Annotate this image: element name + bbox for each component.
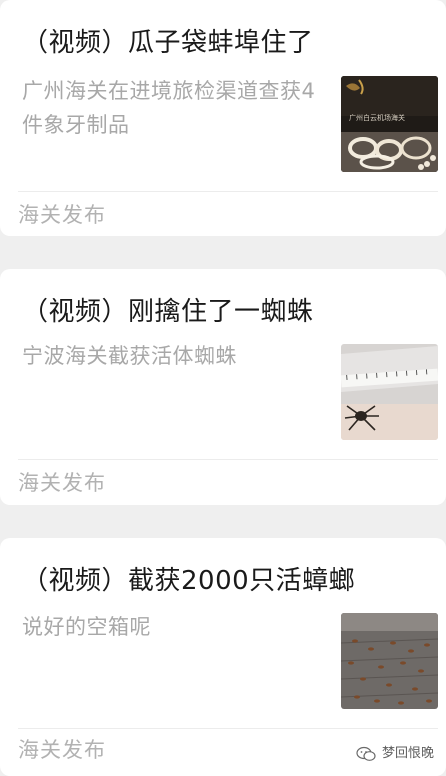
card-divider — [18, 459, 438, 460]
article-card[interactable]: （视频）瓜子袋蚌埠住了 广州海关在进境旅检渠道查获4件象牙制品 广州白云机场海关… — [0, 0, 446, 236]
article-thumbnail[interactable] — [341, 613, 438, 709]
ivory-bracelets-image: 广州白云机场海关 — [341, 76, 438, 172]
spider-with-ruler-image — [341, 344, 438, 440]
article-summary: 宁波海关截获活体蜘蛛 — [22, 344, 237, 368]
card-divider — [18, 728, 438, 729]
article-source[interactable]: 海关发布 — [18, 200, 106, 230]
article-summary: 广州海关在进境旅检渠道查获4件象牙制品 — [22, 79, 316, 137]
article-title[interactable]: （视频）刚擒住了一蜘蛛 — [22, 295, 434, 329]
wechat-icon — [356, 746, 376, 761]
watermark: 梦回恨晚 — [356, 746, 434, 762]
article-card[interactable]: （视频）截获2000只活蟑螂 说好的空箱呢 海关发布 — [0, 538, 446, 776]
card-divider — [18, 191, 438, 192]
article-title[interactable]: （视频）瓜子袋蚌埠住了 — [22, 26, 434, 60]
cockroaches-in-container-image — [341, 613, 438, 709]
watermark-text: 梦回恨晚 — [381, 746, 434, 761]
article-title[interactable]: （视频）截获2000只活蟑螂 — [22, 564, 434, 598]
article-card[interactable]: （视频）刚擒住了一蜘蛛 宁波海关截获活体蜘蛛 海关发布 — [0, 269, 446, 505]
article-summary: 说好的空箱呢 — [22, 615, 151, 639]
thumbnail-caption: 广州白云机场海关 — [349, 113, 405, 122]
article-thumbnail[interactable] — [341, 344, 438, 440]
article-source[interactable]: 海关发布 — [18, 735, 106, 765]
article-thumbnail[interactable]: 广州白云机场海关 — [341, 76, 438, 172]
article-source[interactable]: 海关发布 — [18, 468, 106, 498]
